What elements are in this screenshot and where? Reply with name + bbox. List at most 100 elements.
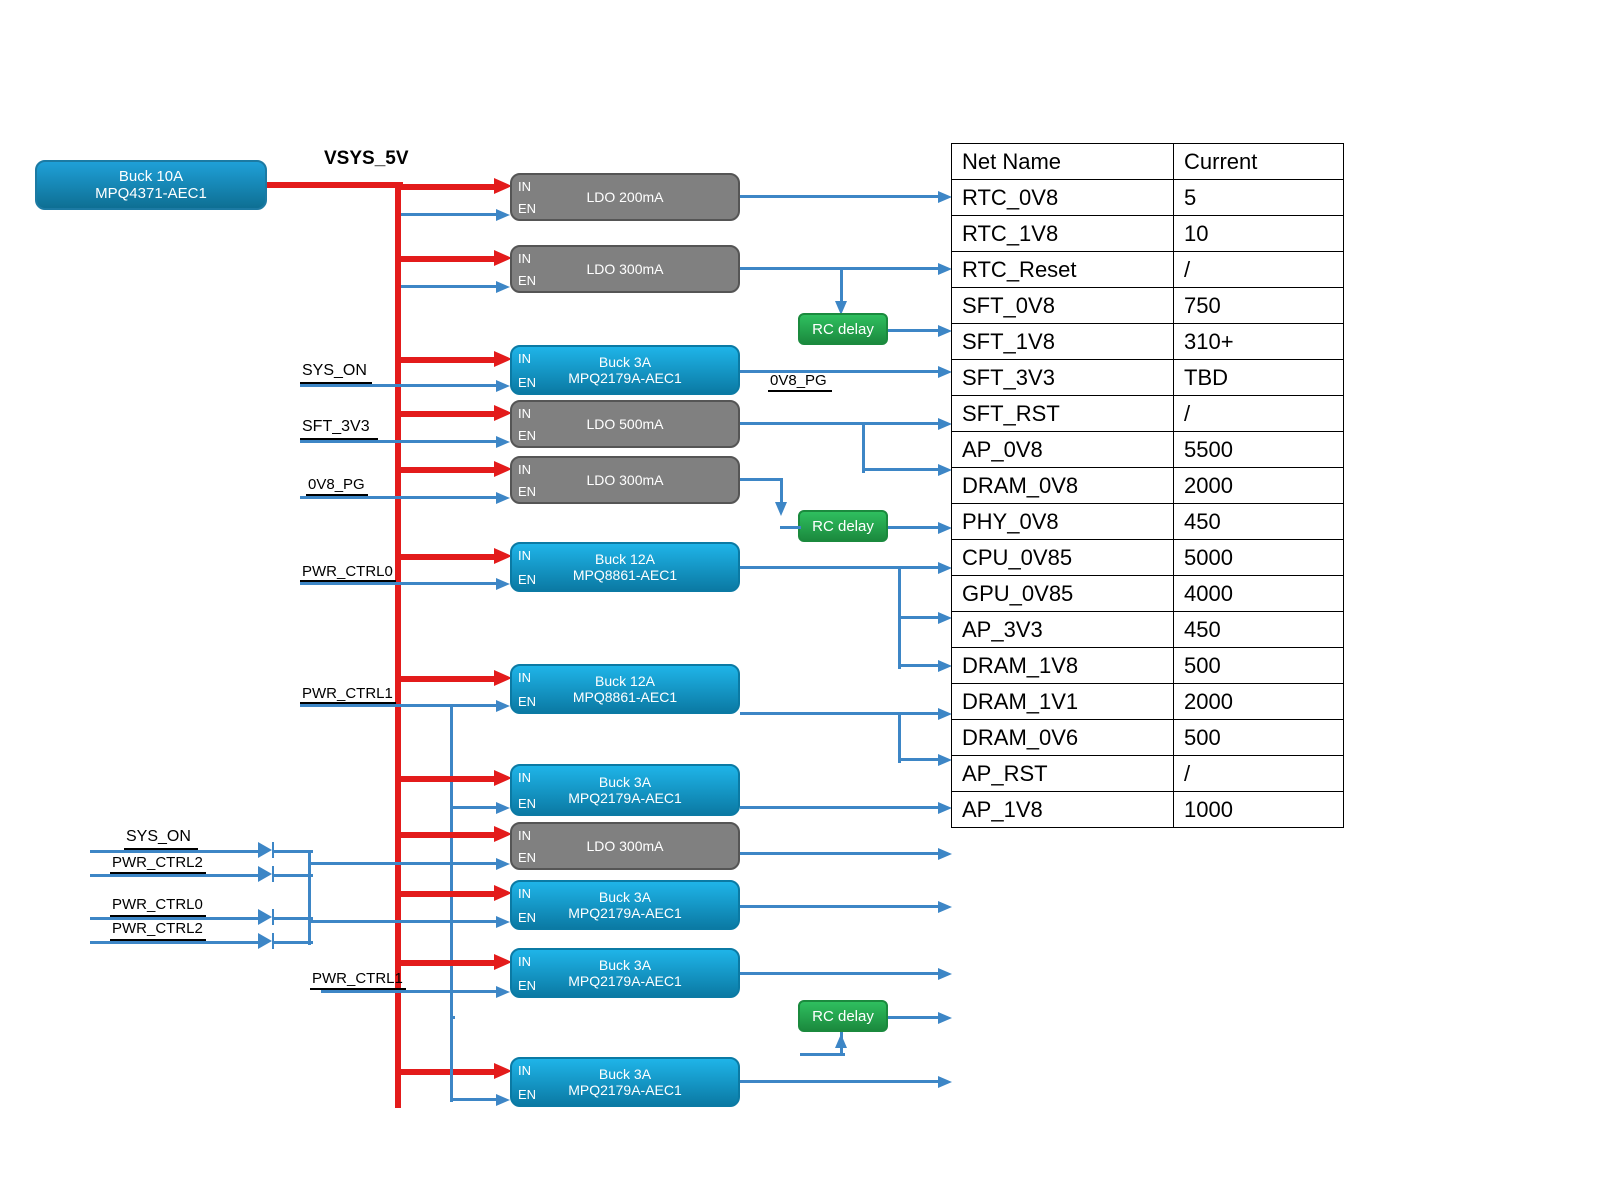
- pin-en: EN: [518, 201, 536, 216]
- diode-icon: [258, 933, 272, 949]
- arrow-icon: [496, 802, 510, 814]
- arrow-icon: [496, 700, 510, 712]
- pin-in: IN: [518, 1063, 531, 1078]
- bus-label: VSYS_5V: [324, 148, 409, 170]
- pin-en: EN: [518, 375, 536, 390]
- net-current-table: Net Name Current RTC_0V85 RTC_1V810 RTC_…: [951, 143, 1344, 828]
- arrow-icon: [938, 1076, 952, 1088]
- reg-block-ldo300c: IN EN LDO 300mA: [510, 822, 740, 870]
- arrow-icon: [496, 281, 510, 293]
- source-title: Buck 10A: [37, 168, 265, 185]
- pin-in: IN: [518, 351, 531, 366]
- source-part: MPQ4371-AEC1: [37, 185, 265, 202]
- reg-block-buck2179-c: IN EN Buck 3A MPQ2179A-AEC1: [510, 880, 740, 930]
- reg-part: MPQ2179A-AEC1: [512, 905, 738, 921]
- reg-block-ldo300b: IN EN LDO 300mA: [510, 456, 740, 504]
- arrow-icon: [938, 562, 952, 574]
- reg-block-buck2179-e: IN EN Buck 3A MPQ2179A-AEC1: [510, 1057, 740, 1107]
- arrow-icon: [496, 436, 510, 448]
- table-row: DRAM_1V12000: [952, 684, 1344, 720]
- reg-title: Buck 3A: [512, 774, 738, 790]
- arrow-icon: [938, 1012, 952, 1024]
- rc-delay-block-3: RC delay: [798, 1000, 888, 1032]
- en-pwrctrl2-grp2: PWR_CTRL2: [112, 920, 203, 937]
- reg-title: LDO 300mA: [512, 838, 738, 854]
- diode-icon: [258, 909, 272, 925]
- reg-title: Buck 3A: [512, 957, 738, 973]
- arrow-icon: [938, 191, 952, 203]
- pin-in: IN: [518, 770, 531, 785]
- arrow-icon: [938, 418, 952, 430]
- arrow-icon: [938, 366, 952, 378]
- reg-title: Buck 12A: [512, 551, 738, 567]
- arrow-icon: [938, 263, 952, 275]
- en-sys-on-grp: SYS_ON: [126, 828, 191, 846]
- arrow-icon: [938, 802, 952, 814]
- pin-en: EN: [518, 273, 536, 288]
- reg-block-buck8861-a: IN EN Buck 12A MPQ8861-AEC1: [510, 542, 740, 592]
- pin-in: IN: [518, 828, 531, 843]
- arrow-icon: [938, 660, 952, 672]
- arrow-icon: [496, 578, 510, 590]
- en-pwrctrl0: PWR_CTRL0: [302, 563, 393, 580]
- arrow-icon: [938, 325, 952, 337]
- arrow-icon: [938, 708, 952, 720]
- reg-title: LDO 300mA: [512, 472, 738, 488]
- reg-title: Buck 12A: [512, 673, 738, 689]
- reg-title: LDO 500mA: [512, 416, 738, 432]
- reg-block-buck2179-b: IN EN Buck 3A MPQ2179A-AEC1: [510, 764, 740, 816]
- arrow-icon: [496, 858, 510, 870]
- table-row: DRAM_0V82000: [952, 468, 1344, 504]
- arrow-icon: [775, 502, 787, 516]
- pin-en: EN: [518, 572, 536, 587]
- reg-block-buck2179-d: IN EN Buck 3A MPQ2179A-AEC1: [510, 948, 740, 998]
- col-current: Current: [1174, 144, 1344, 180]
- table-row: AP_0V85500: [952, 432, 1344, 468]
- table-row: DRAM_0V6500: [952, 720, 1344, 756]
- table-row: GPU_0V854000: [952, 576, 1344, 612]
- en-sft3v3: SFT_3V3: [302, 418, 370, 436]
- rc-delay-label: RC delay: [800, 518, 886, 535]
- pin-in: IN: [518, 251, 531, 266]
- pin-en: EN: [518, 694, 536, 709]
- arrow-icon: [938, 754, 952, 766]
- arrow-icon: [496, 986, 510, 998]
- table-row: RTC_0V85: [952, 180, 1344, 216]
- rc-delay-block-2: RC delay: [798, 510, 888, 542]
- pin-en: EN: [518, 796, 536, 811]
- table-row: RTC_Reset/: [952, 252, 1344, 288]
- table-row: AP_1V81000: [952, 792, 1344, 828]
- reg-part: MPQ2179A-AEC1: [512, 973, 738, 989]
- arrow-icon: [835, 1034, 847, 1048]
- arrow-icon: [938, 848, 952, 860]
- table-row: SFT_1V8310+: [952, 324, 1344, 360]
- table-row: SFT_0V8750: [952, 288, 1344, 324]
- reg-part: MPQ2179A-AEC1: [512, 790, 738, 806]
- pin-en: EN: [518, 428, 536, 443]
- reg-block-buck8861-b: IN EN Buck 12A MPQ8861-AEC1: [510, 664, 740, 714]
- reg-title: LDO 300mA: [512, 261, 738, 277]
- pin-in: IN: [518, 886, 531, 901]
- en-0v8pg: 0V8_PG: [308, 476, 365, 493]
- reg-title: Buck 3A: [512, 1066, 738, 1082]
- table-row: SFT_3V3TBD: [952, 360, 1344, 396]
- table-row: SFT_RST/: [952, 396, 1344, 432]
- en-pwrctrl1: PWR_CTRL1: [302, 685, 393, 702]
- rc-delay-label: RC delay: [800, 1008, 886, 1025]
- arrow-icon: [938, 464, 952, 476]
- reg-title: Buck 3A: [512, 889, 738, 905]
- reg-part: MPQ8861-AEC1: [512, 567, 738, 583]
- table-row: AP_RST/: [952, 756, 1344, 792]
- reg-part: MPQ2179A-AEC1: [512, 370, 738, 386]
- rc-delay-block-1: RC delay: [798, 313, 888, 345]
- reg-part: MPQ8861-AEC1: [512, 689, 738, 705]
- pin-in: IN: [518, 462, 531, 477]
- pin-en: EN: [518, 978, 536, 993]
- rc-delay-label: RC delay: [800, 321, 886, 338]
- reg-block-ldo500: IN EN LDO 500mA: [510, 400, 740, 448]
- table-row: AP_3V3450: [952, 612, 1344, 648]
- arrow-icon: [496, 380, 510, 392]
- en-pwrctrl0-grp2: PWR_CTRL0: [112, 896, 203, 913]
- reg-part: MPQ2179A-AEC1: [512, 1082, 738, 1098]
- arrow-icon: [938, 522, 952, 534]
